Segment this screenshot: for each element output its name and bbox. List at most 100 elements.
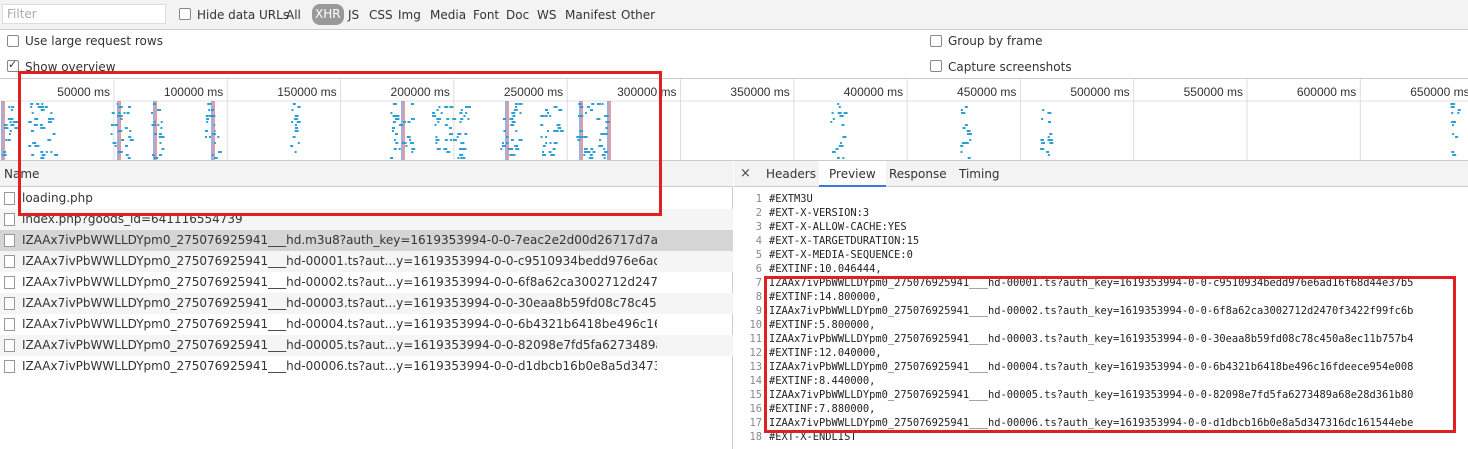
overview-request-bar: [969, 139, 972, 141]
filter-type-ws[interactable]: WS: [537, 8, 556, 22]
file-icon: [4, 318, 15, 331]
file-icon: [4, 234, 15, 247]
overview-request-bar: [1049, 142, 1054, 144]
overview-request-bar: [964, 106, 968, 108]
preview-line: 1 #EXTM3U: [734, 192, 1468, 206]
overview-request-bar: [1048, 121, 1051, 123]
request-row[interactable]: IZAAx7ivPbWWLLDYpm0_275076925941___hd.m3…: [0, 230, 733, 251]
preview-line: 2 #EXT-X-VERSION:3: [734, 206, 1468, 220]
line-number: 13: [749, 361, 762, 373]
close-icon[interactable]: ×: [740, 166, 751, 181]
request-rows: loading.php index.php?goods_id=6411165547…: [0, 188, 733, 377]
overview-request-bar: [839, 142, 842, 144]
filter-type-font[interactable]: Font: [473, 8, 499, 22]
overview-request-bar: [837, 103, 840, 105]
filter-type-img[interactable]: Img: [398, 8, 421, 22]
group-by-frame-checkbox[interactable]: [930, 35, 942, 47]
overview-request-bar: [964, 124, 968, 126]
request-name: IZAAx7ivPbWWLLDYpm0_275076925941___hd-00…: [22, 296, 657, 310]
line-number: 6: [755, 263, 762, 275]
line-number: 12: [749, 347, 762, 359]
preview-line: 6 #EXTINF:10.046444,: [734, 262, 1468, 276]
tab-preview[interactable]: Preview: [819, 161, 886, 187]
overview-request-bar: [837, 112, 842, 114]
overview-request-bar: [9, 130, 12, 132]
request-row[interactable]: IZAAx7ivPbWWLLDYpm0_275076925941___hd-00…: [0, 314, 733, 335]
filter-type-manifest[interactable]: Manifest: [565, 8, 616, 22]
overview-request-bar: [14, 127, 17, 129]
overview-request-bar: [1452, 124, 1454, 126]
request-row[interactable]: IZAAx7ivPbWWLLDYpm0_275076925941___hd-00…: [0, 251, 733, 272]
overview-request-bar: [8, 106, 11, 108]
large-rows-label: Use large request rows: [25, 34, 163, 48]
line-text: #EXT-X-MEDIA-SEQUENCE:0: [769, 249, 913, 261]
tab-headers[interactable]: Headers: [756, 161, 826, 187]
overview-request-bar: [1455, 136, 1459, 138]
overview-request-bar: [968, 133, 972, 135]
request-name: IZAAx7ivPbWWLLDYpm0_275076925941___hd.m3…: [22, 233, 657, 247]
line-text: #EXT-X-TARGETDURATION:15: [769, 235, 920, 247]
overview-request-bar: [3, 154, 6, 156]
line-number: 14: [749, 375, 762, 387]
line-text: #EXTINF:10.046444,: [769, 263, 882, 275]
filter-type-other[interactable]: Other: [621, 8, 655, 22]
line-number: 15: [749, 389, 762, 401]
overview-request-bar: [7, 139, 11, 141]
filter-type-media[interactable]: Media: [430, 8, 466, 22]
line-number: 3: [755, 221, 762, 233]
request-name: IZAAx7ivPbWWLLDYpm0_275076925941___hd-00…: [22, 254, 657, 268]
overview-request-bar: [960, 145, 964, 147]
request-row[interactable]: IZAAx7ivPbWWLLDYpm0_275076925941___hd-00…: [0, 293, 733, 314]
request-row[interactable]: IZAAx7ivPbWWLLDYpm0_275076925941___hd-00…: [0, 335, 733, 356]
filter-input[interactable]: [2, 4, 166, 24]
large-rows-checkbox[interactable]: [7, 35, 19, 47]
hide-data-urls-checkbox[interactable]: [179, 8, 191, 20]
filter-type-xhr[interactable]: XHR: [312, 4, 344, 25]
line-text: #EXT-X-VERSION:3: [769, 207, 870, 219]
overview-request-bar: [1041, 142, 1046, 144]
filter-type-js[interactable]: JS: [348, 8, 359, 22]
overview-request-bar: [1450, 103, 1455, 105]
tab-response[interactable]: Response: [879, 161, 957, 187]
overview-request-bar: [832, 151, 836, 153]
line-number: 11: [749, 333, 762, 345]
capture-screenshots-checkbox[interactable]: [930, 60, 942, 72]
overview-tick-label: 400000 ms: [844, 85, 903, 99]
filter-type-css[interactable]: CSS: [369, 8, 393, 22]
capture-screenshots-label: Capture screenshots: [948, 60, 1072, 74]
detail-tabs: × Headers Preview Response Timing: [734, 161, 1468, 187]
overview-request-bar: [1457, 112, 1460, 114]
preview-line: 5 #EXT-X-MEDIA-SEQUENCE:0: [734, 248, 1468, 262]
preview-line: 4 #EXT-X-TARGETDURATION:15: [734, 234, 1468, 248]
line-text: #EXTM3U: [769, 193, 813, 205]
overview-request-bar: [967, 157, 971, 159]
request-name: IZAAx7ivPbWWLLDYpm0_275076925941___hd-00…: [22, 338, 657, 352]
request-name: IZAAx7ivPbWWLLDYpm0_275076925941___hd-00…: [22, 317, 657, 331]
overview-request-bar: [830, 121, 833, 123]
overview-tick-label: 500000 ms: [1070, 85, 1129, 99]
highlight-box-requests: [18, 71, 662, 216]
overview-tick-label: 350000 ms: [730, 85, 789, 99]
overview-request-bar: [838, 106, 841, 108]
overview-request-bar: [1042, 109, 1045, 111]
line-number: 9: [755, 305, 762, 317]
overview-tick-label: 600000 ms: [1297, 85, 1356, 99]
line-number: 2: [755, 207, 762, 219]
filter-type-doc[interactable]: Doc: [506, 8, 529, 22]
request-row[interactable]: IZAAx7ivPbWWLLDYpm0_275076925941___hd-00…: [0, 272, 733, 293]
file-icon: [4, 339, 15, 352]
highlight-box-preview: [764, 276, 1456, 433]
file-icon: [4, 360, 15, 373]
overview-request-bar: [841, 124, 845, 126]
overview-request-bar: [12, 121, 16, 123]
line-number: 1: [755, 193, 762, 205]
request-row[interactable]: IZAAx7ivPbWWLLDYpm0_275076925941___hd-00…: [0, 356, 733, 377]
overview-request-bar: [1452, 154, 1457, 156]
overview-request-bar: [1041, 139, 1044, 141]
tab-timing[interactable]: Timing: [949, 161, 1010, 187]
line-number: 4: [755, 235, 762, 247]
overview-request-bar: [9, 121, 12, 123]
file-icon: [4, 192, 15, 205]
overview-request-bar: [837, 157, 839, 159]
filter-type-all[interactable]: All: [286, 8, 301, 22]
